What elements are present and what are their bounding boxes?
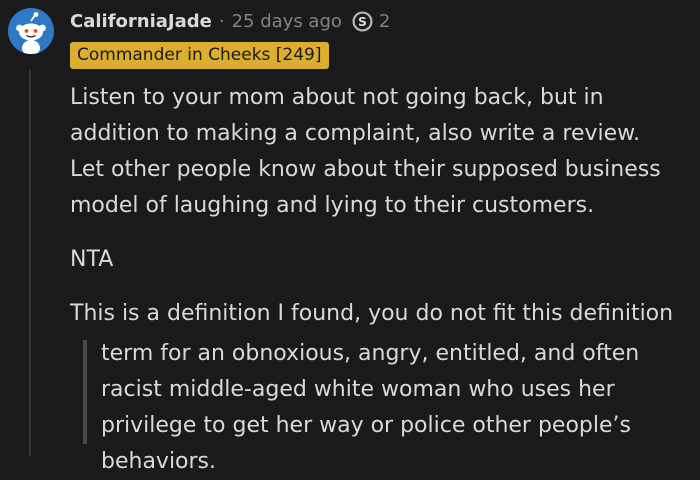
blockquote: term for an obnoxious, angry, entitled, … — [70, 336, 676, 480]
silver-award-icon: S — [352, 10, 373, 32]
meta-separator: · — [218, 10, 225, 32]
snoo-avatar-icon — [8, 8, 54, 54]
blockquote-text: term for an obnoxious, angry, entitled, … — [101, 341, 640, 474]
user-avatar[interactable] — [8, 8, 54, 54]
award-count: 2 — [378, 10, 391, 32]
comment-paragraph: Listen to your mom about not going back,… — [70, 85, 661, 218]
comment-timestamp[interactable]: 25 days ago — [232, 11, 342, 32]
comment-header: CaliforniaJade · 25 days ago S 2 — [70, 7, 390, 35]
comment: CaliforniaJade · 25 days ago S 2 Command… — [0, 0, 700, 474]
svg-text:S: S — [358, 13, 367, 28]
user-flair: Commander in Cheeks [249] — [70, 42, 329, 69]
comment-paragraph: This is a definition I found, you do not… — [70, 301, 674, 326]
thread-collapse-line[interactable] — [29, 70, 31, 456]
username-link[interactable]: CaliforniaJade — [70, 11, 212, 32]
comment-body: Listen to your mom about not going back,… — [70, 80, 690, 480]
comment-paragraph: NTA — [70, 247, 114, 272]
blockquote-bar — [83, 340, 87, 444]
award-badge[interactable]: S 2 — [352, 11, 390, 32]
